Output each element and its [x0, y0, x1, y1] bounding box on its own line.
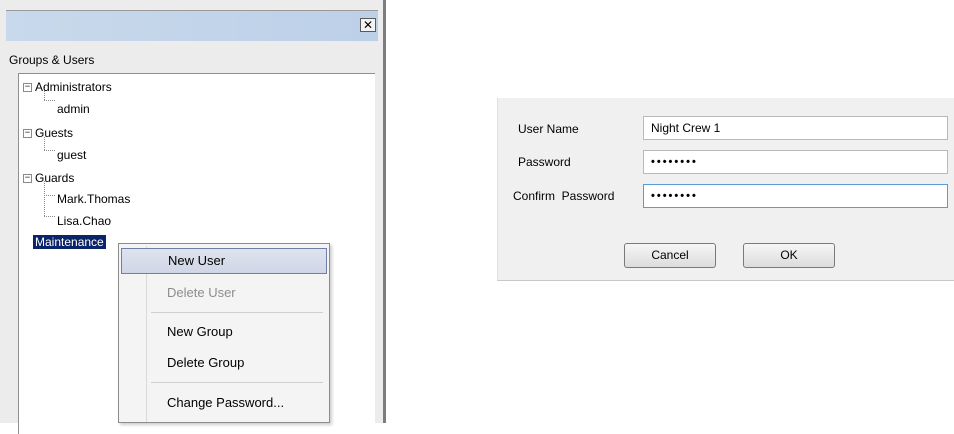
window-titlebar[interactable] [6, 11, 378, 41]
groups-users-label: Groups & Users [9, 53, 95, 67]
tree-connector [44, 195, 55, 196]
tree-group-guards[interactable]: Guards [35, 171, 74, 185]
menu-item-delete-user[interactable]: Delete User [121, 280, 327, 306]
tree-connector [44, 150, 55, 151]
user-name-input[interactable]: Night Crew 1 [643, 116, 948, 140]
cancel-button[interactable]: Cancel [624, 243, 716, 268]
tree-user-mark-thomas[interactable]: Mark.Thomas [57, 192, 130, 206]
close-icon: ✕ [362, 18, 374, 32]
collapse-icon[interactable]: − [23, 129, 32, 138]
confirm-password-input[interactable]: •••••••• [643, 184, 948, 208]
password-label: Password [518, 155, 571, 169]
menu-item-new-user[interactable]: New User [121, 248, 327, 274]
tree-user-guest[interactable]: guest [57, 148, 86, 162]
collapse-icon[interactable]: − [23, 174, 32, 183]
context-menu: New User Delete User New Group Delete Gr… [118, 243, 330, 423]
tree-connector [44, 100, 55, 101]
tree-group-maintenance[interactable]: Maintenance [33, 235, 106, 249]
tree-group-administrators[interactable]: Administrators [35, 80, 112, 94]
menu-item-delete-group[interactable]: Delete Group [121, 350, 327, 376]
menu-item-new-group[interactable]: New Group [121, 319, 327, 345]
password-input[interactable]: •••••••• [643, 150, 948, 174]
menu-separator [151, 382, 323, 383]
new-user-dialog: User Name Night Crew 1 Password ••••••••… [497, 98, 954, 281]
menu-separator [151, 312, 323, 313]
tree-group-guests[interactable]: Guests [35, 126, 73, 140]
collapse-icon[interactable]: − [23, 83, 32, 92]
ok-button[interactable]: OK [743, 243, 835, 268]
tree-user-admin[interactable]: admin [57, 102, 90, 116]
tree-connector [44, 216, 55, 217]
user-name-label: User Name [518, 122, 579, 136]
menu-item-change-password[interactable]: Change Password... [121, 390, 327, 416]
tree-connector [44, 181, 45, 216]
close-button[interactable]: ✕ [360, 18, 376, 32]
tree-user-lisa-chao[interactable]: Lisa.Chao [57, 214, 111, 228]
confirm-password-label: Confirm Password [513, 189, 615, 203]
